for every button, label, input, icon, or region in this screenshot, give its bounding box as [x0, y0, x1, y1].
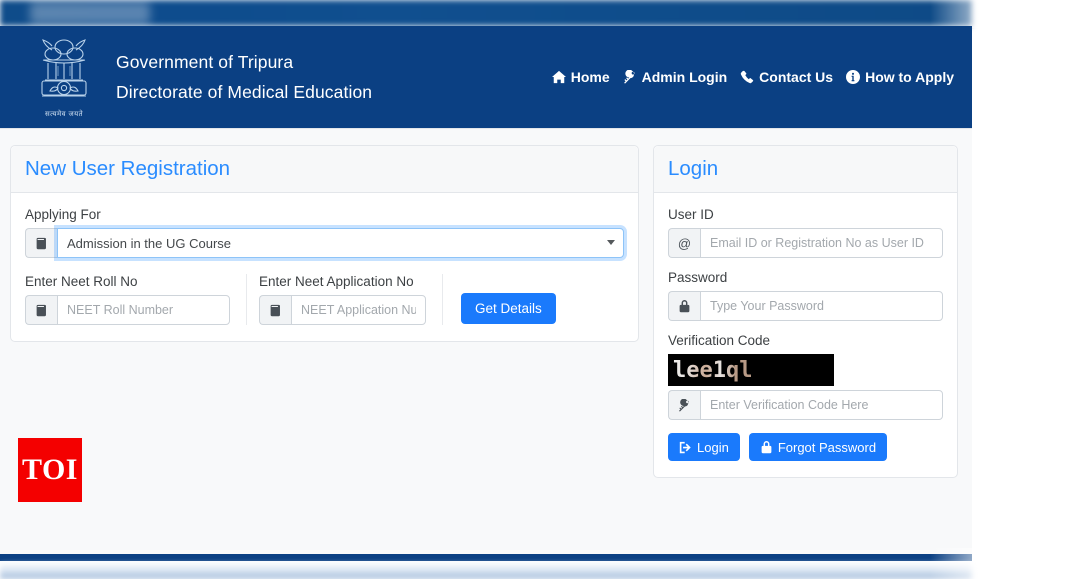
emblem-motto: सत्यमेव जयते: [45, 110, 83, 118]
page-title-login: Login: [668, 157, 719, 180]
blurred-page-bottom-strip: [0, 564, 972, 579]
nav-item-home[interactable]: Home: [551, 69, 610, 85]
login-card-body: User ID @ Password Verifica: [654, 193, 957, 477]
page-title-registration: New User Registration: [25, 157, 231, 180]
main-nav: Home Admin Login Contact Us How to Apply: [551, 26, 954, 128]
blurred-logo: [30, 2, 150, 24]
book-icon-neet-roll: [25, 295, 57, 325]
neet-application-group: [259, 295, 426, 325]
nav-label-admin-login: Admin Login: [641, 69, 728, 85]
neet-roll-column: Enter Neet Roll No: [25, 274, 247, 325]
registration-card-header: New User Registration: [11, 146, 638, 193]
site-header: सत्यमेव जयते Government of Tripura Direc…: [0, 26, 972, 128]
nav-item-how-to-apply[interactable]: How to Apply: [846, 69, 954, 85]
toi-watermark-text: TOI: [22, 453, 78, 486]
get-details-button[interactable]: Get Details: [461, 293, 556, 324]
book-icon: [270, 304, 280, 316]
at-icon: @: [677, 235, 692, 251]
key-icon: [679, 398, 689, 412]
page-frame: सत्यमेव जयते Government of Tripura Direc…: [0, 26, 972, 554]
login-card-header: Login: [654, 146, 957, 193]
brand-line-government: Government of Tripura: [116, 52, 294, 72]
book-icon: [36, 237, 46, 249]
sign-in-icon: [679, 441, 691, 453]
lock-icon: [679, 299, 690, 312]
neet-application-label: Enter Neet Application No: [259, 274, 414, 289]
key-icon: [623, 70, 635, 84]
applying-for-select[interactable]: Admission in the UG Course: [57, 228, 624, 258]
at-icon-wrap: @: [668, 228, 700, 258]
book-icon-applying-for: [25, 228, 57, 258]
page-content: New User Registration Applying For Admis…: [0, 128, 972, 554]
key-icon-wrap: [668, 390, 700, 420]
screenshot-root: सत्यमेव जयते Government of Tripura Direc…: [0, 0, 1070, 579]
emblem-block: सत्यमेव जयते: [14, 35, 114, 119]
bottom-right-fade: [930, 548, 1070, 579]
user-id-input[interactable]: [700, 228, 943, 258]
password-input[interactable]: [700, 291, 943, 321]
nav-item-admin-login[interactable]: Admin Login: [623, 69, 728, 85]
toi-watermark: TOI: [18, 438, 82, 502]
user-id-label: User ID: [668, 207, 714, 222]
get-details-column: Get Details: [443, 274, 572, 325]
login-card: Login User ID @ Password: [653, 145, 958, 478]
password-label: Password: [668, 270, 728, 285]
top-right-fade: [930, 0, 1070, 28]
india-state-emblem-icon: [41, 39, 87, 97]
login-button-row: Login Forgot Password: [668, 433, 943, 461]
neet-roll-label: Enter Neet Roll No: [25, 274, 138, 289]
nav-label-contact-us: Contact Us: [759, 69, 834, 85]
forgot-password-button[interactable]: Forgot Password: [748, 433, 888, 461]
phone-icon: [740, 70, 754, 84]
neet-roll-group: [25, 295, 230, 325]
applying-for-group: Admission in the UG Course: [25, 228, 624, 258]
login-button[interactable]: Login: [668, 433, 740, 461]
neet-fields-row: Enter Neet Roll No Enter Neet Applicatio…: [25, 274, 624, 325]
captcha-text: lee1ql: [668, 358, 752, 383]
registration-card-body: Applying For Admission in the UG Course: [11, 193, 638, 341]
neet-roll-input[interactable]: [57, 295, 230, 325]
book-icon: [36, 304, 46, 316]
lock-icon: [761, 440, 772, 453]
site-brand: Government of Tripura Directorate of Med…: [116, 47, 372, 107]
verification-code-group: [668, 390, 943, 420]
home-icon: [551, 70, 566, 84]
verification-code-input[interactable]: [700, 390, 943, 420]
forgot-password-label: Forgot Password: [777, 439, 877, 455]
login-button-label: Login: [697, 439, 729, 455]
footer-accent-bar: [0, 554, 972, 561]
new-user-registration-card: New User Registration Applying For Admis…: [10, 145, 639, 342]
book-icon-neet-application: [259, 295, 291, 325]
user-id-group: @: [668, 228, 943, 258]
neet-application-column: Enter Neet Application No: [247, 274, 443, 325]
captcha-image: lee1ql: [668, 354, 834, 386]
password-group: [668, 291, 943, 321]
nav-item-contact-us[interactable]: Contact Us: [740, 69, 833, 85]
blurred-page-top-strip: [0, 0, 972, 26]
brand-line-directorate: Directorate of Medical Education: [116, 82, 373, 102]
lock-icon-wrap: [668, 291, 700, 321]
applying-for-label: Applying For: [25, 207, 101, 222]
nav-label-how-to-apply: How to Apply: [865, 69, 954, 85]
verification-code-label: Verification Code: [668, 333, 771, 348]
applying-for-select-wrap: Admission in the UG Course: [57, 228, 624, 258]
neet-application-input[interactable]: [291, 295, 426, 325]
nav-label-home: Home: [570, 69, 610, 85]
info-circle-icon: [846, 70, 861, 84]
